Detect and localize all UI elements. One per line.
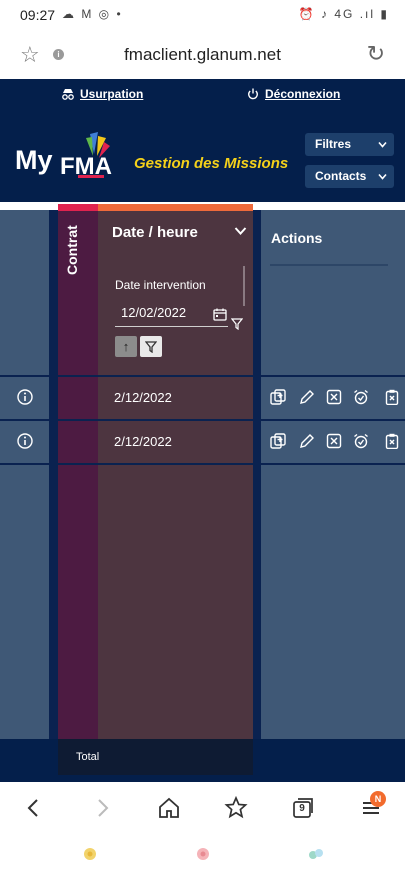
- contacts-label: Contacts: [315, 169, 367, 183]
- tab-count: 9: [299, 803, 305, 814]
- contrat-header[interactable]: Contrat: [64, 225, 80, 275]
- duplicate-icon[interactable]: [270, 433, 286, 449]
- chevron-down-icon[interactable]: [234, 226, 247, 236]
- row-date: 2/12/2022: [114, 434, 172, 449]
- actions-column: [261, 210, 405, 739]
- system-icons: ⏰ ♪ 4G .ıl ▮: [298, 7, 389, 21]
- arrow-up-icon: ↑: [122, 339, 130, 354]
- url-text[interactable]: fmaclient.glanum.net: [0, 45, 405, 65]
- bookmarks-icon[interactable]: [224, 796, 248, 820]
- actions-header: Actions: [271, 230, 323, 246]
- date-header[interactable]: Date / heure: [112, 224, 198, 241]
- chevron-down-icon: [378, 173, 387, 180]
- app-header: Usurpation Déconnexion My FMA Gestion de…: [0, 79, 405, 202]
- info-column: [0, 210, 49, 739]
- duplicate-icon[interactable]: [270, 389, 286, 405]
- menu-badge: N: [370, 791, 386, 807]
- chevron-down-icon: [378, 141, 387, 148]
- contrat-column: [58, 204, 98, 739]
- reload-icon[interactable]: ↻: [367, 41, 385, 67]
- alarm-icon[interactable]: [353, 433, 369, 449]
- close-icon[interactable]: [326, 389, 342, 405]
- brand-title: Gestion des Missions: [134, 155, 289, 172]
- power-icon: [248, 88, 258, 100]
- date-filter-input[interactable]: 12/02/2022: [115, 301, 228, 327]
- fma-logo: FMA: [60, 132, 112, 180]
- clipboard-delete-icon[interactable]: [384, 433, 400, 449]
- tabs-button[interactable]: 9: [291, 796, 315, 820]
- date-filter-label: Date intervention: [115, 278, 206, 292]
- logo-my-text: My: [15, 145, 53, 175]
- usurpation-link[interactable]: Usurpation: [62, 87, 143, 101]
- filters-dropdown[interactable]: Filtres: [305, 133, 394, 156]
- filter-scrollbar[interactable]: [243, 266, 245, 306]
- incognito-icon: [62, 89, 74, 100]
- gesture-bar: [0, 834, 405, 878]
- status-time: 09:27: [20, 7, 56, 23]
- divider: [261, 202, 405, 210]
- row-date: 2/12/2022: [114, 390, 172, 405]
- row-divider: [0, 419, 405, 421]
- row-divider: [0, 375, 405, 377]
- edit-icon[interactable]: [299, 433, 315, 449]
- close-icon[interactable]: [326, 433, 342, 449]
- clipboard-delete-icon[interactable]: [384, 389, 400, 405]
- browser-bottom-nav: 9 N: [0, 782, 405, 834]
- back-arrow-icon[interactable]: [22, 796, 46, 820]
- filter-funnel-icon: [145, 341, 157, 353]
- row-divider: [0, 463, 405, 465]
- info-icon[interactable]: [17, 433, 33, 449]
- flower-decoration-icon: [197, 848, 209, 860]
- notification-icons: ☁ M ◎ •: [62, 7, 123, 21]
- contrat-accent-bar: [58, 204, 98, 211]
- total-label: Total: [76, 751, 100, 763]
- info-icon[interactable]: [17, 389, 33, 405]
- flower-decoration-icon: [309, 849, 323, 859]
- filter-funnel-icon[interactable]: [231, 318, 243, 330]
- apply-filter-button[interactable]: [140, 336, 162, 357]
- date-accent-bar: [98, 204, 253, 211]
- edit-icon[interactable]: [299, 389, 315, 405]
- forward-arrow-icon[interactable]: [90, 796, 114, 820]
- home-icon[interactable]: [157, 796, 181, 820]
- contacts-dropdown[interactable]: Contacts: [305, 165, 394, 188]
- flower-decoration-icon: [84, 848, 96, 860]
- logout-link[interactable]: Déconnexion: [247, 87, 340, 101]
- usurpation-label: Usurpation: [80, 87, 144, 101]
- divider: [0, 202, 49, 210]
- filters-label: Filtres: [315, 137, 352, 151]
- logout-label: Déconnexion: [265, 87, 341, 101]
- browser-url-bar: ☆ i fmaclient.glanum.net ↻: [0, 32, 405, 79]
- calendar-icon[interactable]: [213, 308, 227, 321]
- alarm-icon[interactable]: [353, 389, 369, 405]
- sort-ascending-button[interactable]: ↑: [115, 336, 137, 357]
- actions-underline: [270, 264, 388, 266]
- status-bar: 09:27 ☁ M ◎ • ⏰ ♪ 4G .ıl ▮: [0, 0, 405, 32]
